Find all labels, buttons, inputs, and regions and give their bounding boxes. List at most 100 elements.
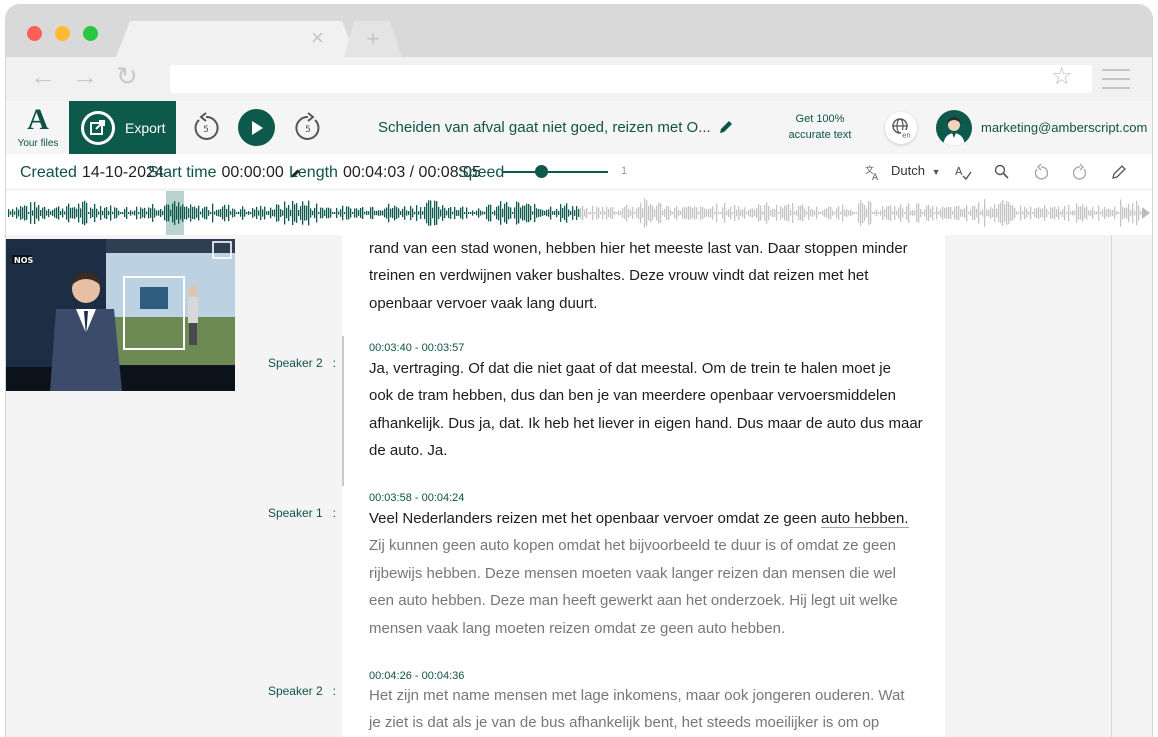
waveform-bar <box>132 211 134 215</box>
user-email[interactable]: marketing@amberscript.com <box>981 120 1147 135</box>
waveform-bar <box>692 208 694 218</box>
your-files-button[interactable]: A Your files <box>14 105 62 150</box>
waveform-bar <box>508 206 510 220</box>
waveform-bar <box>802 204 804 222</box>
window-close-button[interactable] <box>27 26 42 41</box>
waveform-bar <box>514 207 516 219</box>
waveform-bar <box>836 208 838 218</box>
new-tab-button[interactable]: + <box>344 21 402 57</box>
skip-back-5-icon[interactable]: 5 <box>190 111 222 143</box>
tab-close-icon[interactable]: × <box>311 27 324 49</box>
speaker-label[interactable]: Speaker 2 : <box>246 684 336 698</box>
waveform-bar <box>978 202 980 224</box>
speaker-rail <box>342 336 344 486</box>
waveform-bar <box>68 203 70 223</box>
timestamp[interactable]: 00:03:40 - 00:03:57 <box>369 342 464 354</box>
skip-back-seconds: 5 <box>203 125 209 135</box>
waveform-bar <box>18 209 20 217</box>
spellcheck-icon[interactable]: A <box>954 163 972 181</box>
browser-menu-icon[interactable] <box>1102 69 1130 89</box>
edit-title-pencil-icon[interactable] <box>718 119 734 135</box>
timestamp[interactable]: 00:04:26 - 00:04:36 <box>369 670 464 682</box>
waveform-bar <box>96 208 98 218</box>
bookmark-star-icon[interactable]: ☆ <box>1051 63 1073 91</box>
waveform-bar <box>582 205 584 221</box>
waveform-bar <box>672 211 674 215</box>
waveform-bar <box>806 211 808 215</box>
export-button[interactable]: Export <box>69 101 176 154</box>
transcript-line: treinen en verdwijnen vaker bushaltes. D… <box>369 267 869 285</box>
paragraph[interactable]: Het zijn met name mensen met lage inkome… <box>369 682 929 737</box>
waveform-bar <box>434 200 436 226</box>
paragraph[interactable]: Ja, vertraging. Of dat die niet gaat of … <box>369 355 929 465</box>
waveform-bar <box>348 206 350 220</box>
translate-icon[interactable]: 文A <box>864 163 882 183</box>
url-bar[interactable] <box>170 65 1092 93</box>
waveform-bar <box>642 208 644 218</box>
picture-in-picture-icon[interactable] <box>211 240 233 260</box>
speaker-label[interactable]: Speaker 1 : <box>246 506 336 520</box>
waveform-bar <box>1020 205 1022 221</box>
waveform-bar <box>66 206 68 220</box>
waveform-bar <box>120 212 122 214</box>
waveform-bar <box>792 202 794 224</box>
waveform-bar <box>696 207 698 219</box>
back-arrow-icon[interactable]: ← <box>30 61 56 91</box>
waveform-bar <box>448 208 450 218</box>
waveform-bar <box>998 203 1000 223</box>
waveform-bar <box>558 210 560 216</box>
waveform-bar <box>830 206 832 220</box>
start-time-info: Start time 00:00:00 <box>148 164 301 182</box>
waveform-bar <box>774 208 776 218</box>
waveform-bar <box>1116 211 1118 215</box>
speed-slider-thumb[interactable] <box>534 165 548 178</box>
waveform-bar <box>284 201 286 225</box>
current-word-highlight[interactable]: auto hebben. <box>820 510 909 528</box>
paragraph[interactable]: Veel Nederlanders reizen met het openbaa… <box>369 505 929 642</box>
language-globe-button[interactable]: en <box>885 112 917 144</box>
speed-slider-track[interactable] <box>503 171 608 173</box>
waveform-bar <box>534 203 536 223</box>
window-minimize-button[interactable] <box>55 26 70 41</box>
play-button[interactable] <box>238 109 275 146</box>
waveform-bar <box>1000 202 1002 224</box>
reload-icon[interactable]: ↻ <box>116 61 138 91</box>
export-label: Export <box>125 119 166 136</box>
start-time-value[interactable]: 00:00:00 <box>221 164 283 181</box>
forward-arrow-icon[interactable]: → <box>72 61 98 91</box>
waveform-bar <box>1026 208 1028 218</box>
redo-icon[interactable] <box>1071 163 1089 181</box>
speaker-colon: : <box>332 684 336 698</box>
user-avatar[interactable] <box>936 110 972 146</box>
waveform-bar <box>646 200 648 226</box>
transcript-line: Zij kunnen geen auto kopen omdat het bij… <box>369 537 897 555</box>
waveform-bar <box>440 209 442 217</box>
waveform-bar <box>768 205 770 221</box>
speaker-colon: : <box>332 356 336 370</box>
video-player[interactable]: NOS <box>6 239 235 391</box>
language-select[interactable]: Dutch ▼ <box>891 163 941 178</box>
document-title[interactable]: Scheiden van afval gaat niet goed, reize… <box>378 119 711 136</box>
timestamp[interactable]: 00:03:58 - 00:04:24 <box>369 492 464 504</box>
paragraph-intro[interactable]: rand van een stad wonen, hebben hier het… <box>369 235 929 317</box>
waveform-bar <box>126 207 128 219</box>
waveform-bar <box>336 207 338 219</box>
waveform-bar <box>248 211 250 215</box>
skip-forward-5-icon[interactable]: 5 <box>292 111 324 143</box>
waveform-bar <box>162 210 164 216</box>
edit-pencil-icon[interactable] <box>1110 163 1128 181</box>
undo-icon[interactable] <box>1032 163 1050 181</box>
audio-waveform[interactable] <box>6 191 1152 235</box>
waveform-bar <box>842 204 844 222</box>
waveform-bar <box>396 207 398 219</box>
waveform-bar <box>910 210 912 216</box>
get-accurate-text-button[interactable]: Get 100% accurate text <box>778 111 862 143</box>
waveform-bar <box>244 209 246 217</box>
window-maximize-button[interactable] <box>83 26 98 41</box>
waveform-bar <box>464 212 466 214</box>
waveform-bar <box>148 207 150 219</box>
speaker-label[interactable]: Speaker 2 : <box>246 356 336 370</box>
waveform-bar <box>762 211 764 215</box>
waveform-bar <box>614 211 616 215</box>
search-replace-icon[interactable] <box>993 163 1011 181</box>
